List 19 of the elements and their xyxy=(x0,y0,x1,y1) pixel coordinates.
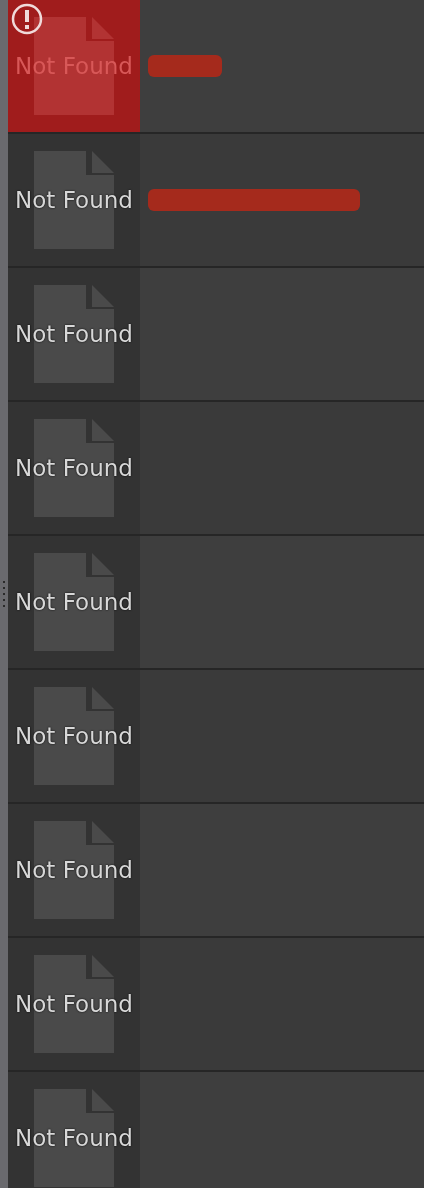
not-found-label: Not Found xyxy=(15,1123,133,1153)
asset-row[interactable]: Not Found xyxy=(8,536,424,668)
not-found-label: Not Found xyxy=(15,989,133,1019)
warning-icon xyxy=(11,3,43,35)
not-found-label: Not Found xyxy=(15,855,133,885)
not-found-label: Not Found xyxy=(15,721,133,751)
asset-row[interactable]: Not Found xyxy=(8,402,424,534)
not-found-label: Not Found xyxy=(15,453,133,483)
splitter-handle[interactable] xyxy=(0,0,8,1188)
asset-row[interactable]: Not Found xyxy=(8,804,424,936)
asset-row[interactable]: Not Found xyxy=(8,1072,424,1188)
not-found-label: Not Found xyxy=(15,587,133,617)
asset-row[interactable]: Not Found xyxy=(8,670,424,802)
not-found-label: Not Found xyxy=(15,319,133,349)
asset-row[interactable]: Not Found xyxy=(8,134,424,266)
not-found-label: Not Found xyxy=(15,185,133,215)
not-found-label: Not Found xyxy=(15,51,133,81)
asset-row[interactable]: Not Found xyxy=(8,268,424,400)
asset-row[interactable]: Not Found xyxy=(8,938,424,1070)
